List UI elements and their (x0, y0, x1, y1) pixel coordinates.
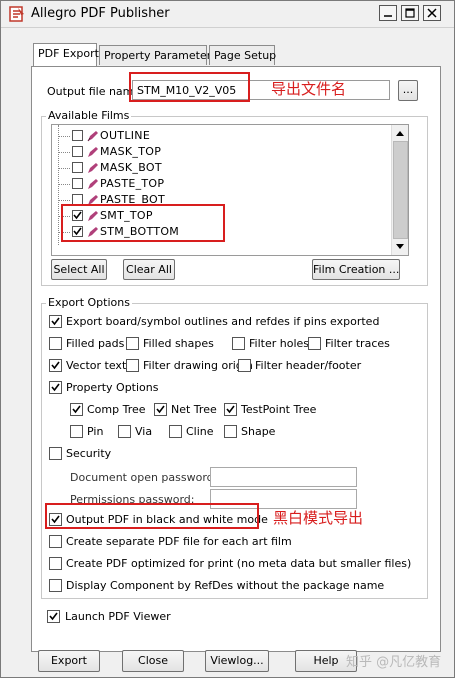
available-films-title: Available Films (46, 109, 132, 122)
film-name: MASK_BOT (100, 161, 162, 174)
pin-checkbox[interactable] (70, 425, 83, 438)
scroll-thumb[interactable] (393, 141, 408, 239)
title-bar: Allegro PDF Publisher (1, 1, 454, 28)
film-name: MASK_TOP (100, 145, 162, 158)
film-pencil-icon (88, 147, 98, 157)
films-scrollbar[interactable] (391, 125, 408, 255)
separate-pdf-checkbox[interactable] (49, 535, 62, 548)
scroll-down-icon[interactable] (395, 243, 405, 251)
separate-pdf-label: Create separate PDF file for each art fi… (66, 535, 292, 548)
select-all-button[interactable]: Select All (51, 259, 107, 280)
testpoint-tree-checkbox[interactable] (224, 403, 237, 416)
doc-open-password-input[interactable] (210, 467, 357, 487)
vector-text-checkbox[interactable] (49, 359, 62, 372)
output-filename-highlight (129, 72, 250, 102)
film-checkbox[interactable] (72, 146, 83, 157)
window-title: Allegro PDF Publisher (31, 6, 170, 21)
film-item[interactable]: OUTLINE (52, 128, 382, 144)
minimize-icon[interactable] (379, 5, 397, 21)
shape-label: Shape (241, 425, 276, 438)
vector-text-label: Vector text (66, 359, 127, 372)
export-options-group: Export Options Export board/symbol outli… (41, 296, 428, 599)
net-tree-checkbox[interactable] (154, 403, 167, 416)
export-filename-annotation: 导出文件名 (271, 80, 347, 98)
filled-shapes-checkbox[interactable] (126, 337, 139, 350)
smt-films-highlight (61, 204, 225, 242)
pdf-export-panel: Output file name: STM_M10_V2_V05 ... Ava… (31, 66, 441, 652)
film-pencil-icon (88, 179, 98, 189)
film-name: PASTE_TOP (100, 177, 165, 190)
display-refdes-checkbox[interactable] (49, 579, 62, 592)
film-checkbox[interactable] (72, 178, 83, 189)
property-options-label: Property Options (66, 381, 159, 394)
filter-header-footer-label: Filter header/footer (255, 359, 362, 372)
film-pencil-icon (87, 131, 98, 142)
tab-page-setup[interactable]: Page Setup (209, 45, 276, 65)
comp-tree-label: Comp Tree (87, 403, 146, 416)
cline-label: Cline (186, 425, 214, 438)
security-label: Security (66, 447, 112, 460)
display-refdes-label: Display Component by RefDes without the … (66, 579, 385, 592)
scroll-up-icon[interactable] (395, 129, 405, 137)
pin-label: Pin (87, 425, 104, 438)
film-checkbox[interactable] (72, 130, 83, 141)
tab-property-parameters[interactable]: Property Parameters (99, 45, 217, 65)
export-button[interactable]: Export (38, 650, 100, 672)
export-options-title: Export Options (46, 296, 132, 309)
security-checkbox[interactable] (49, 447, 62, 460)
pdf-publisher-window: Allegro PDF Publisher PDF Export Propert… (0, 0, 455, 678)
shape-checkbox[interactable] (224, 425, 237, 438)
maximize-icon[interactable] (401, 5, 419, 21)
filter-traces-checkbox[interactable] (308, 337, 321, 350)
board-outlines-label: Export board/symbol outlines and refdes … (66, 315, 380, 328)
filled-pads-label: Filled pads (66, 337, 125, 350)
filter-traces-label: Filter traces (325, 337, 390, 350)
cline-checkbox[interactable] (169, 425, 182, 438)
close-button[interactable]: Close (122, 650, 184, 672)
film-name: OUTLINE (100, 129, 151, 142)
filter-header-footer-checkbox[interactable] (238, 359, 251, 372)
comp-tree-checkbox[interactable] (70, 403, 83, 416)
filter-drawing-origin-checkbox[interactable] (126, 359, 139, 372)
viewlog-button[interactable]: Viewlog... (205, 650, 269, 672)
film-checkbox[interactable] (72, 162, 83, 173)
browse-button[interactable]: ... (398, 80, 418, 101)
testpoint-tree-label: TestPoint Tree (241, 403, 317, 416)
film-creation-button[interactable]: Film Creation ... (312, 259, 400, 280)
film-item[interactable]: MASK_TOP (52, 144, 382, 160)
tab-pdf-export[interactable]: PDF Export (33, 43, 99, 66)
board-outlines-checkbox[interactable] (49, 315, 62, 328)
bw-mode-annotation: 黑白模式导出 (273, 509, 364, 527)
available-films-group: Available Films OUTLINE MASK_TOP MASK_BO… (41, 109, 428, 286)
via-checkbox[interactable] (118, 425, 131, 438)
launch-viewer-checkbox[interactable] (47, 610, 60, 623)
doc-open-password-label: Document open password: (70, 471, 218, 484)
film-pencil-icon (88, 163, 98, 173)
filter-drawing-origin-label: Filter drawing origin (143, 359, 253, 372)
filled-pads-checkbox[interactable] (49, 337, 62, 350)
filter-holes-checkbox[interactable] (232, 337, 245, 350)
net-tree-label: Net Tree (171, 403, 217, 416)
film-item[interactable]: PASTE_TOP (52, 176, 382, 192)
via-label: Via (135, 425, 153, 438)
launch-viewer-label: Launch PDF Viewer (65, 610, 171, 623)
clear-all-button[interactable]: Clear All (123, 259, 175, 280)
optimized-print-label: Create PDF optimized for print (no meta … (66, 557, 412, 570)
close-icon[interactable] (423, 5, 441, 21)
film-item[interactable]: MASK_BOT (52, 160, 382, 176)
app-icon (9, 6, 25, 22)
filled-shapes-label: Filled shapes (143, 337, 214, 350)
filter-holes-label: Filter holes (249, 337, 309, 350)
optimized-print-checkbox[interactable] (49, 557, 62, 570)
bw-mode-highlight (45, 503, 259, 529)
watermark: 知乎 @凡亿教育 (346, 655, 442, 670)
property-options-checkbox[interactable] (49, 381, 62, 394)
